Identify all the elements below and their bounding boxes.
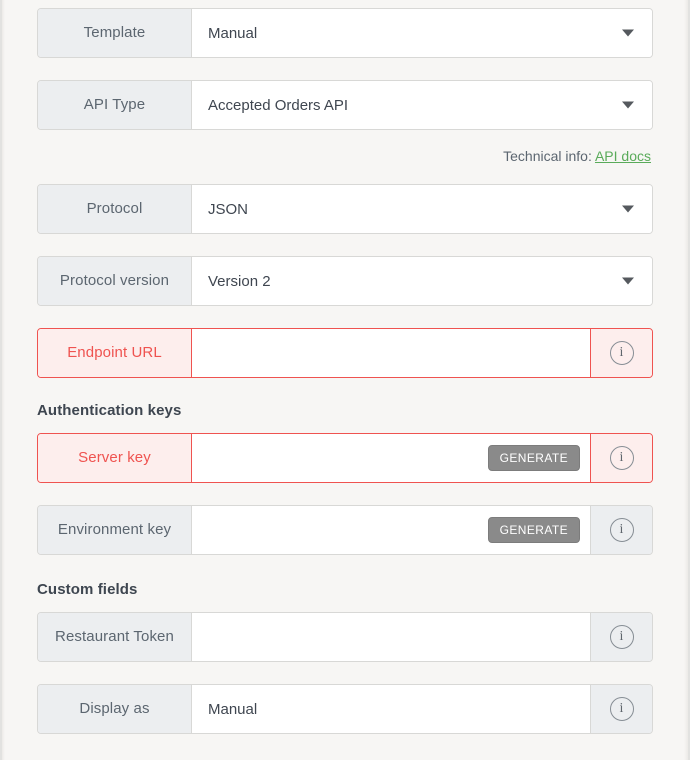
field-input-restaurant-token[interactable] — [192, 613, 590, 661]
info-circle-icon[interactable]: i — [609, 697, 634, 721]
label-text: Restaurant Token — [55, 628, 174, 646]
field-label-restaurant-token: Restaurant Token — [38, 613, 192, 661]
input-value: Manual — [208, 700, 258, 718]
field-select-protocol[interactable]: JSON — [192, 185, 652, 233]
section-heading-authentication-keys: Authentication keys — [37, 402, 182, 419]
selected-value: JSON — [208, 200, 249, 218]
selected-value: Accepted Orders API — [208, 96, 349, 114]
field-label-display-as: Display as — [38, 685, 192, 733]
field-select-api-type[interactable]: Accepted Orders API — [192, 81, 652, 129]
field-label-environment-key: Environment key — [38, 506, 192, 554]
field-select-template[interactable]: Manual — [192, 9, 652, 57]
chevron-down-icon[interactable] — [622, 205, 634, 213]
field-label-template: Template — [38, 9, 192, 57]
field-input-environment-key[interactable]: GENERATE — [192, 506, 590, 554]
info-cell-server-key[interactable]: i — [590, 434, 652, 482]
field-input-display-as[interactable]: Manual — [192, 685, 590, 733]
info-circle-icon[interactable]: i — [609, 518, 634, 542]
generate-server-key-button[interactable]: GENERATE — [487, 445, 580, 471]
label-text: Protocol — [86, 200, 143, 218]
generate-environment-key-button[interactable]: GENERATE — [487, 517, 580, 543]
label-text: Server key — [78, 449, 151, 467]
field-row-server-key[interactable]: Server key GENERATE i — [37, 433, 653, 483]
info-cell-display-as[interactable]: i — [590, 685, 652, 733]
api-settings-form: Template Manual API Type Accepted Orders… — [37, 8, 653, 734]
label-text: Environment key — [57, 521, 172, 539]
label-text: Endpoint URL — [67, 344, 162, 362]
field-row-template[interactable]: Template Manual — [37, 8, 653, 58]
label-text: Display as — [79, 700, 150, 718]
field-input-server-key[interactable]: GENERATE — [192, 434, 590, 482]
label-text: API Type — [83, 96, 146, 114]
api-docs-link[interactable]: API docs — [595, 148, 651, 164]
info-circle-icon[interactable]: i — [609, 625, 634, 649]
field-row-display-as[interactable]: Display as Manual i — [37, 684, 653, 734]
selected-value: Manual — [208, 24, 258, 42]
info-cell-restaurant-token[interactable]: i — [590, 613, 652, 661]
info-cell-environment-key[interactable]: i — [590, 506, 652, 554]
selected-value: Version 2 — [208, 272, 271, 290]
field-label-protocol: Protocol — [38, 185, 192, 233]
section-heading-custom-fields: Custom fields — [37, 581, 138, 598]
field-select-protocol-version[interactable]: Version 2 — [192, 257, 652, 305]
technical-info: Technical info: API docs — [37, 148, 653, 164]
info-circle-icon[interactable]: i — [609, 446, 634, 470]
settings-panel: Template Manual API Type Accepted Orders… — [0, 0, 690, 760]
field-row-protocol[interactable]: Protocol JSON — [37, 184, 653, 234]
field-label-endpoint-url: Endpoint URL — [38, 329, 192, 377]
label-text: Template — [83, 24, 146, 42]
field-row-restaurant-token[interactable]: Restaurant Token i — [37, 612, 653, 662]
field-row-protocol-version[interactable]: Protocol version Version 2 — [37, 256, 653, 306]
field-label-api-type: API Type — [38, 81, 192, 129]
field-label-server-key: Server key — [38, 434, 192, 482]
field-label-protocol-version: Protocol version — [38, 257, 192, 305]
field-input-endpoint-url[interactable] — [192, 329, 590, 377]
chevron-down-icon[interactable] — [622, 29, 634, 37]
label-text: Protocol version — [59, 272, 170, 290]
chevron-down-icon[interactable] — [622, 277, 634, 285]
info-circle-icon[interactable]: i — [609, 341, 634, 365]
field-row-environment-key[interactable]: Environment key GENERATE i — [37, 505, 653, 555]
info-cell-endpoint-url[interactable]: i — [590, 329, 652, 377]
technical-info-label: Technical info: — [503, 148, 592, 164]
field-row-endpoint-url[interactable]: Endpoint URL i — [37, 328, 653, 378]
field-row-api-type[interactable]: API Type Accepted Orders API — [37, 80, 653, 130]
chevron-down-icon[interactable] — [622, 101, 634, 109]
